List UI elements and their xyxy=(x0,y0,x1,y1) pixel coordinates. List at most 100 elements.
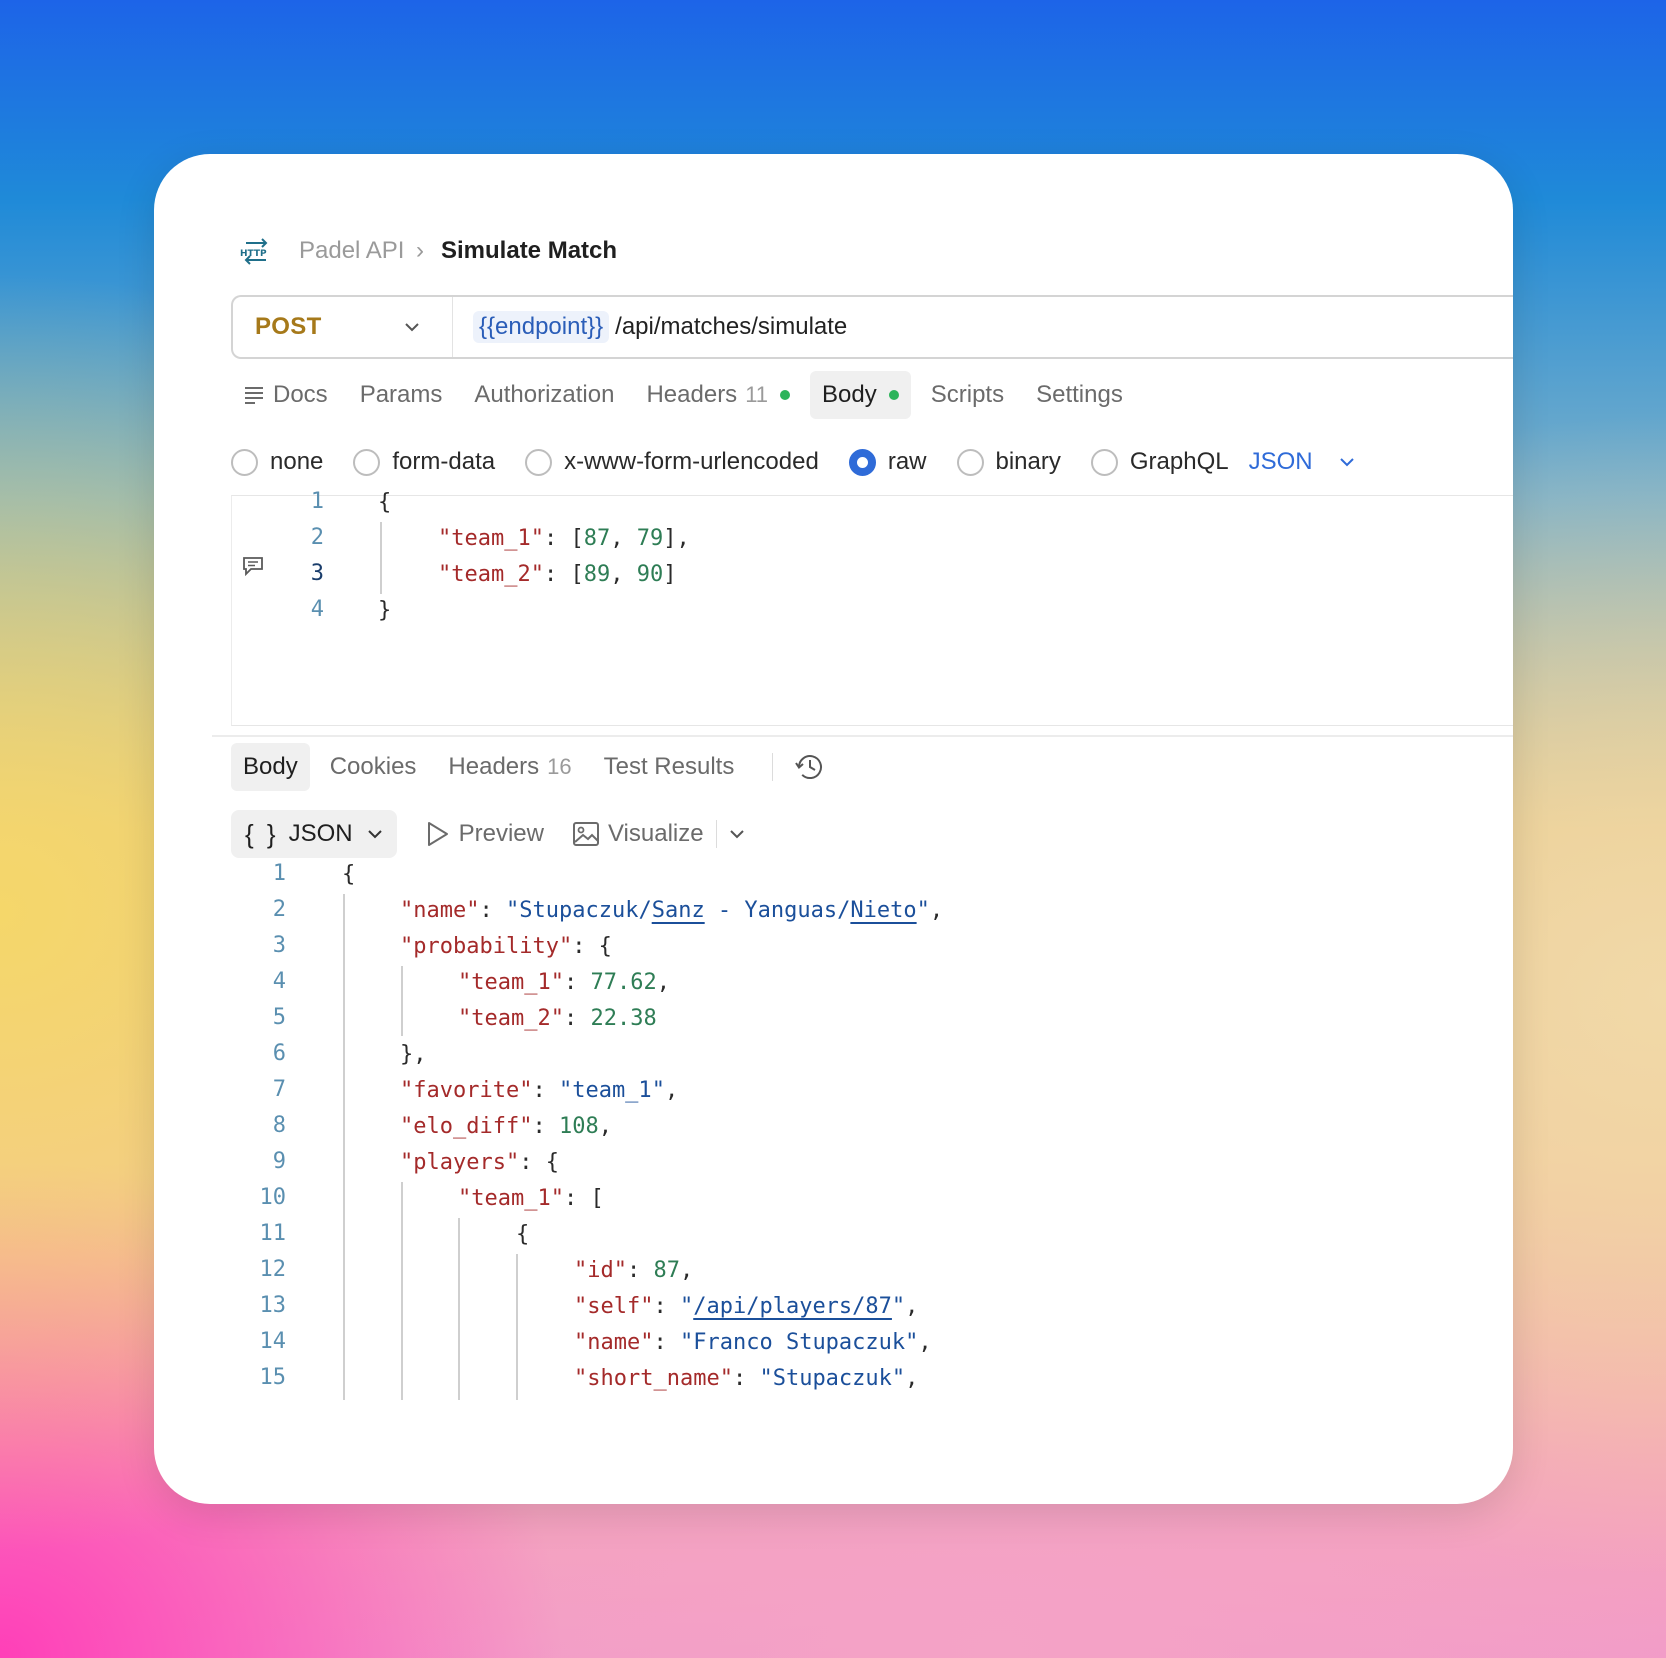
headers-count: 11 xyxy=(745,382,769,407)
line-number: 4 xyxy=(272,969,286,994)
line-number: 3 xyxy=(310,561,324,586)
tab-scripts[interactable]: Scripts xyxy=(919,371,1016,419)
tab-label: Settings xyxy=(1036,381,1123,408)
tab-response-headers[interactable]: Headers 16 xyxy=(436,743,583,791)
team-2-probability: 22.38 xyxy=(590,1005,657,1031)
request-card: HTTP Padel API › Simulate Match POST {{e… xyxy=(154,154,1513,1504)
code-line: { xyxy=(516,1221,530,1247)
line-number: 4 xyxy=(310,597,324,622)
braces-icon: { } xyxy=(245,818,279,849)
line-number: 12 xyxy=(259,1257,287,1282)
method-label: POST xyxy=(255,313,322,340)
response-format-select[interactable]: { } JSON xyxy=(231,810,397,858)
line-number: 13 xyxy=(259,1293,287,1318)
tab-params[interactable]: Params xyxy=(348,371,455,419)
body-format-select[interactable]: JSON xyxy=(1249,448,1355,476)
request-tabs: Docs Params Authorization Headers 11 Bod… xyxy=(231,371,1135,419)
player-name-value: Franco Stupaczuk xyxy=(693,1329,906,1355)
tab-label: Headers xyxy=(448,753,540,780)
radio-raw[interactable]: raw xyxy=(848,448,927,476)
indent-guide xyxy=(516,1254,518,1400)
history-icon[interactable] xyxy=(793,750,827,784)
indent-guide xyxy=(380,522,382,594)
body-mode-radios: none form-data x-www-form-urlencoded raw… xyxy=(231,442,1355,482)
indent-guide xyxy=(343,894,345,1400)
code-line: { xyxy=(342,861,356,887)
name-link-segment[interactable]: Sanz xyxy=(652,898,705,923)
response-toolbar: { } JSON Preview Visualize xyxy=(231,810,745,858)
tab-label: Authorization xyxy=(474,381,615,408)
chevron-down-icon xyxy=(1339,458,1354,467)
code-line: { xyxy=(378,489,392,515)
line-number: 2 xyxy=(310,525,324,550)
team-1-probability: 77.62 xyxy=(590,969,657,995)
tab-response-body[interactable]: Body xyxy=(231,743,310,791)
tab-label: Headers xyxy=(646,381,738,408)
tab-settings[interactable]: Settings xyxy=(1024,371,1135,419)
code-line: "team_2": [89, 90] xyxy=(438,561,677,587)
radio-label: none xyxy=(270,448,324,475)
url-path: /api/matches/simulate xyxy=(615,313,848,340)
panel-divider[interactable] xyxy=(212,735,1513,737)
line-number: 6 xyxy=(272,1041,286,1066)
indent-guide xyxy=(401,966,403,1036)
tab-test-results[interactable]: Test Results xyxy=(592,743,747,791)
radio-circle xyxy=(1090,448,1118,476)
preview-button[interactable]: Preview xyxy=(425,820,544,848)
code-line: "team_1": [87, 79], xyxy=(438,525,690,551)
radio-form-data[interactable]: form-data xyxy=(353,448,495,476)
line-number: 9 xyxy=(272,1149,286,1174)
indent-guide xyxy=(401,1182,403,1400)
method-select[interactable]: POST xyxy=(233,297,453,357)
line-number: 11 xyxy=(259,1221,287,1246)
line-number: 10 xyxy=(259,1185,287,1210)
radio-label: form-data xyxy=(392,448,496,475)
breadcrumb-parent[interactable]: Padel API xyxy=(299,234,404,268)
svg-text:HTTP: HTTP xyxy=(240,249,267,259)
code-line: "name": "Franco Stupaczuk", xyxy=(574,1329,932,1355)
line-number: 3 xyxy=(272,933,286,958)
divider xyxy=(772,753,774,781)
code-line: "team_1": 77.62, xyxy=(458,969,670,995)
code-line: "elo_diff": 108, xyxy=(400,1113,612,1139)
tab-headers[interactable]: Headers 11 xyxy=(634,371,802,419)
indent-guide xyxy=(458,1218,460,1400)
breadcrumb-separator-icon: › xyxy=(416,237,424,264)
code-line: "team_1": [ xyxy=(458,1185,604,1211)
radio-circle xyxy=(231,448,258,476)
comment-icon[interactable] xyxy=(242,556,264,576)
tab-docs[interactable]: Docs xyxy=(231,371,340,419)
divider xyxy=(715,820,717,848)
radio-circle xyxy=(353,448,381,476)
radio-binary[interactable]: binary xyxy=(956,448,1061,476)
player-short-name-value: Stupaczuk xyxy=(772,1365,892,1391)
radio-circle xyxy=(848,448,876,476)
request-body-editor[interactable] xyxy=(231,495,1513,726)
chevron-down-icon xyxy=(405,323,419,332)
tab-cookies[interactable]: Cookies xyxy=(318,743,429,791)
tab-body[interactable]: Body xyxy=(810,371,911,419)
visualize-button[interactable]: Visualize xyxy=(572,820,704,848)
radio-graphql[interactable]: GraphQL xyxy=(1090,448,1229,476)
code-line: "team_2": 22.38 xyxy=(458,1005,657,1031)
radio-none[interactable]: none xyxy=(231,448,323,476)
player-self-link[interactable]: /api/players/87 xyxy=(693,1294,892,1319)
url-variable[interactable]: {{endpoint}} xyxy=(473,311,610,343)
visualize-label: Visualize xyxy=(607,820,704,847)
line-number: 1 xyxy=(272,861,286,886)
tab-authorization[interactable]: Authorization xyxy=(462,371,626,419)
code-line: }, xyxy=(400,1041,427,1067)
status-dot xyxy=(780,390,791,400)
match-name-value: "Stupaczuk/Sanz - Yanguas/Nieto" xyxy=(505,897,930,923)
radio-urlencoded[interactable]: x-www-form-urlencoded xyxy=(525,448,819,476)
chevron-down-icon[interactable] xyxy=(729,829,745,839)
tab-label: Cookies xyxy=(329,753,417,780)
line-number: 8 xyxy=(272,1113,286,1138)
tab-label: Body xyxy=(243,753,298,780)
url-input[interactable]: {{endpoint}} /api/matches/simulate xyxy=(453,311,847,343)
name-link-segment[interactable]: Nieto xyxy=(850,898,916,923)
code-line: "self": "/api/players/87", xyxy=(574,1293,919,1319)
tab-label: Scripts xyxy=(930,381,1005,408)
radio-circle xyxy=(525,448,553,476)
radio-label: raw xyxy=(887,448,927,475)
